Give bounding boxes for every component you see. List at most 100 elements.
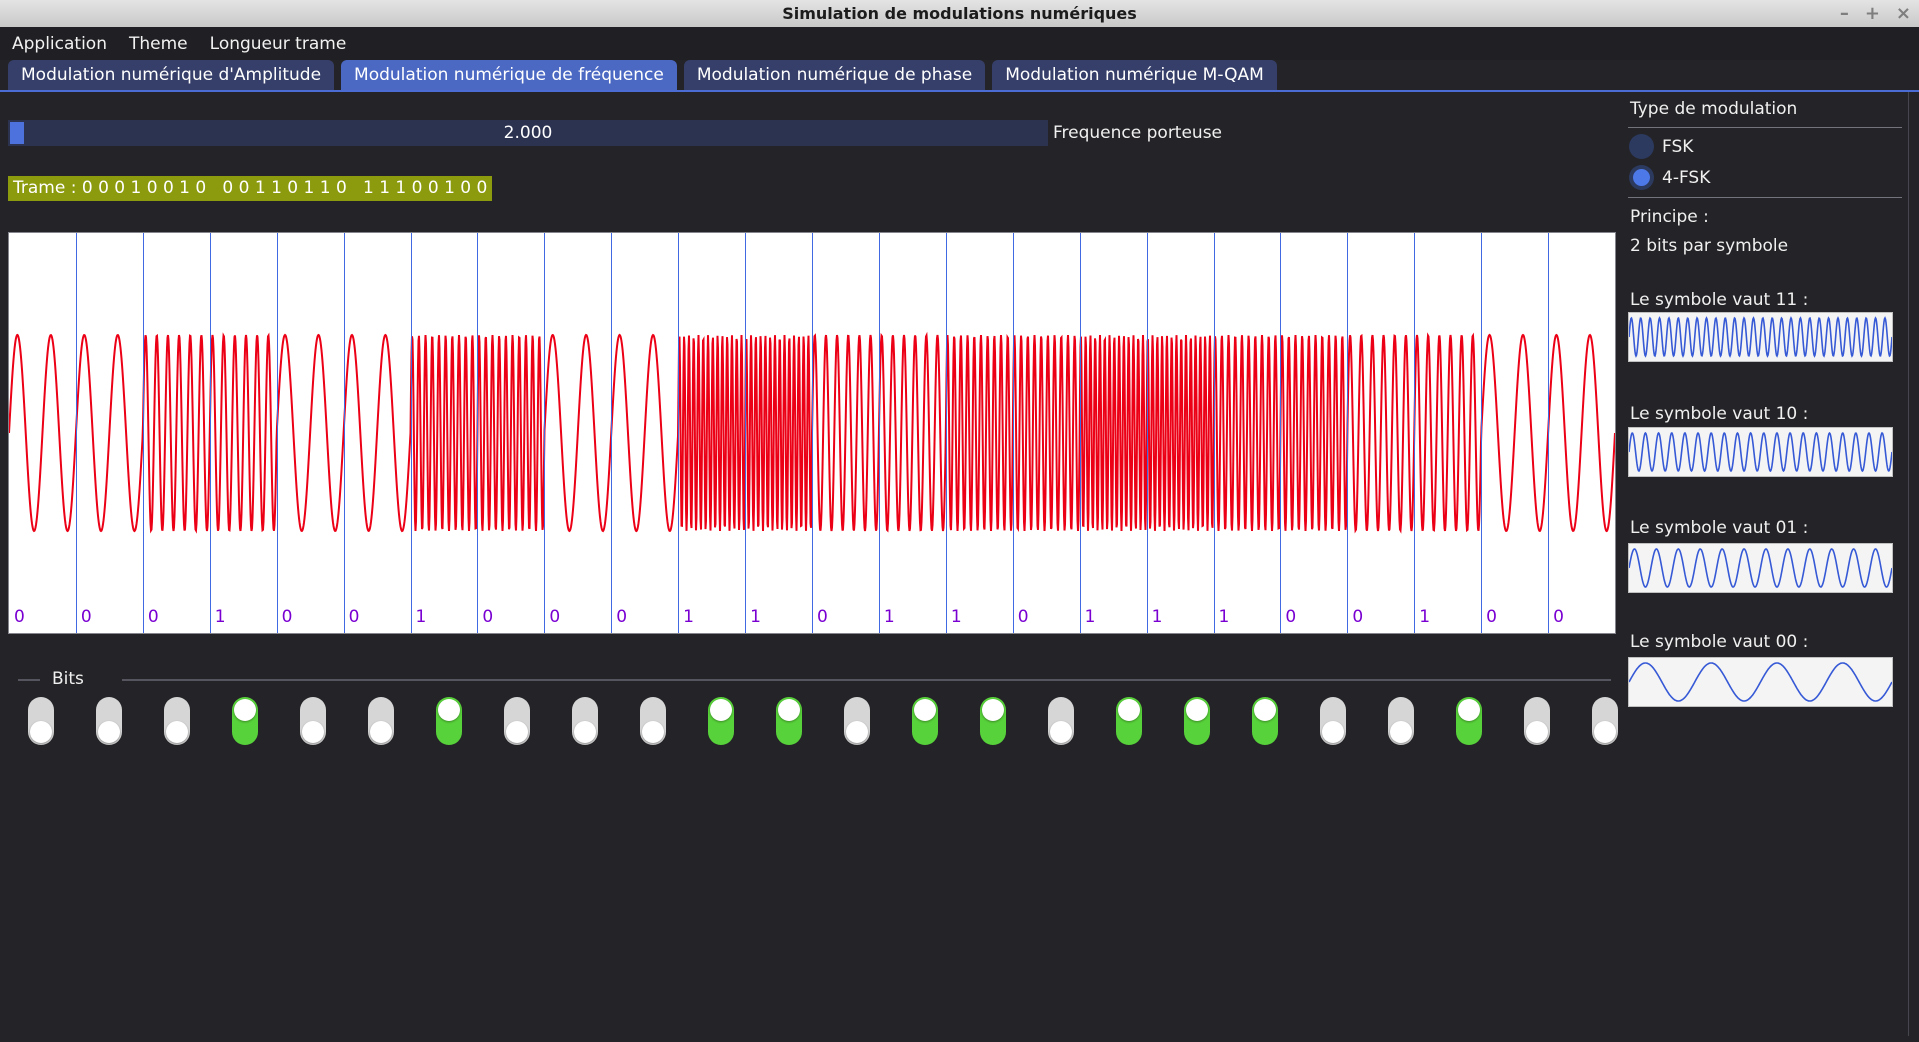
plot-bit-digit: 1 [1219, 607, 1230, 627]
toggle-knob [234, 699, 256, 721]
bit-toggle-4[interactable] [300, 697, 326, 745]
tab-pane-border [0, 90, 1919, 92]
bit-toggle-10[interactable] [708, 697, 734, 745]
slider-value: 2.000 [504, 123, 553, 143]
bit-toggle-6[interactable] [436, 697, 462, 745]
radio-dot [1633, 169, 1650, 186]
bit-toggle-15[interactable] [1048, 697, 1074, 745]
radio-4fsk[interactable] [1629, 165, 1654, 190]
bit-toggle-11[interactable] [776, 697, 802, 745]
toggle-knob [778, 699, 800, 721]
tab-1[interactable]: Modulation numérique de fréquence [341, 60, 677, 90]
bit-toggle-2[interactable] [164, 697, 190, 745]
bit-toggle-12[interactable] [844, 697, 870, 745]
radio-fsk[interactable] [1629, 134, 1654, 159]
toggle-knob [914, 699, 936, 721]
plot-bit-digit: 1 [683, 607, 694, 627]
radio-fsk-label[interactable]: FSK [1662, 137, 1693, 157]
toggle-knob [1526, 721, 1548, 743]
bit-toggle-20[interactable] [1388, 697, 1414, 745]
plot-gridline [477, 233, 478, 633]
bit-toggle-0[interactable] [28, 697, 54, 745]
bit-toggle-14[interactable] [980, 697, 1006, 745]
bit-toggle-18[interactable] [1252, 697, 1278, 745]
menu-bar: Application Theme Longueur trame [0, 27, 1919, 60]
trame-readout: Trame : 0 0 0 1 0 0 1 0 0 0 1 1 0 1 1 0 … [8, 176, 492, 201]
slider-handle[interactable] [10, 122, 24, 144]
bit-toggle-9[interactable] [640, 697, 666, 745]
symbol-preview-label-2: Le symbole vaut 01 : [1630, 518, 1808, 538]
plot-bit-digit: 0 [549, 607, 560, 627]
plot-bit-digit: 0 [817, 607, 828, 627]
toggle-knob [98, 721, 120, 743]
bit-toggle-16[interactable] [1116, 697, 1142, 745]
toggle-knob [166, 721, 188, 743]
toggle-knob [1118, 699, 1140, 721]
tab-2[interactable]: Modulation numérique de phase [684, 60, 985, 90]
bit-toggle-19[interactable] [1320, 697, 1346, 745]
plot-bit-digit: 1 [884, 607, 895, 627]
menu-theme[interactable]: Theme [129, 34, 188, 54]
toggle-knob [370, 721, 392, 743]
tab-3[interactable]: Modulation numérique M-QAM [992, 60, 1277, 90]
symbol-preview-wave-0 [1628, 312, 1893, 362]
plot-gridline [745, 233, 746, 633]
plot-bit-digit: 1 [1152, 607, 1163, 627]
toggle-knob [506, 721, 528, 743]
symbol-preview-wave-3 [1628, 657, 1893, 707]
plot-bit-digit: 0 [349, 607, 360, 627]
bit-toggle-17[interactable] [1184, 697, 1210, 745]
symbol-preview-wave-2 [1628, 543, 1893, 593]
toggle-knob [30, 721, 52, 743]
title-bar[interactable]: Simulation de modulations numériques – +… [0, 0, 1919, 27]
toggle-knob [438, 699, 460, 721]
bit-toggle-13[interactable] [912, 697, 938, 745]
plot-gridline [1548, 233, 1549, 633]
sidebar-rule-middle [1628, 197, 1902, 198]
plot-gridline [143, 233, 144, 633]
bit-toggle-8[interactable] [572, 697, 598, 745]
plot-gridline [544, 233, 545, 633]
tab-0[interactable]: Modulation numérique d'Amplitude [8, 60, 334, 90]
bit-toggle-23[interactable] [1592, 697, 1618, 745]
plot-bit-digit: 1 [951, 607, 962, 627]
carrier-frequency-label: Frequence porteuse [1053, 120, 1222, 146]
toggle-knob [302, 721, 324, 743]
toggle-knob [1254, 699, 1276, 721]
plot-gridline [411, 233, 412, 633]
plot-gridline [1080, 233, 1081, 633]
plot-gridline [1280, 233, 1281, 633]
menu-longueur-trame[interactable]: Longueur trame [210, 34, 347, 54]
toggle-knob [1594, 721, 1616, 743]
plot-bit-digit: 0 [1553, 607, 1564, 627]
plot-bit-digit: 0 [1486, 607, 1497, 627]
plot-bit-digit: 1 [416, 607, 427, 627]
menu-application[interactable]: Application [12, 34, 107, 54]
bit-toggle-1[interactable] [96, 697, 122, 745]
carrier-frequency-slider[interactable]: 2.000 [8, 120, 1048, 146]
plot-bit-digit: 0 [282, 607, 293, 627]
plot-gridline [1013, 233, 1014, 633]
plot-gridline [1147, 233, 1148, 633]
toggle-knob [1050, 721, 1072, 743]
tab-bar: Modulation numérique d'AmplitudeModulati… [8, 60, 1277, 90]
symbol-preview-label-3: Le symbole vaut 00 : [1630, 632, 1808, 652]
maximize-icon[interactable]: + [1865, 0, 1880, 27]
toggle-knob [574, 721, 596, 743]
groupbox-line-right [122, 679, 1611, 681]
modulation-type-header: Type de modulation [1630, 99, 1797, 119]
plot-bit-digit: 1 [750, 607, 761, 627]
minimize-icon[interactable]: – [1840, 0, 1849, 27]
close-icon[interactable]: × [1896, 0, 1911, 27]
bit-toggle-7[interactable] [504, 697, 530, 745]
bit-toggle-5[interactable] [368, 697, 394, 745]
bit-toggle-22[interactable] [1524, 697, 1550, 745]
window-title: Simulation de modulations numériques [782, 4, 1137, 23]
radio-4fsk-label[interactable]: 4-FSK [1662, 168, 1710, 188]
bit-toggle-21[interactable] [1456, 697, 1482, 745]
toggle-knob [846, 721, 868, 743]
toggle-knob [710, 699, 732, 721]
plot-bit-digit: 0 [1285, 607, 1296, 627]
bit-toggle-3[interactable] [232, 697, 258, 745]
plot-gridline [1414, 233, 1415, 633]
